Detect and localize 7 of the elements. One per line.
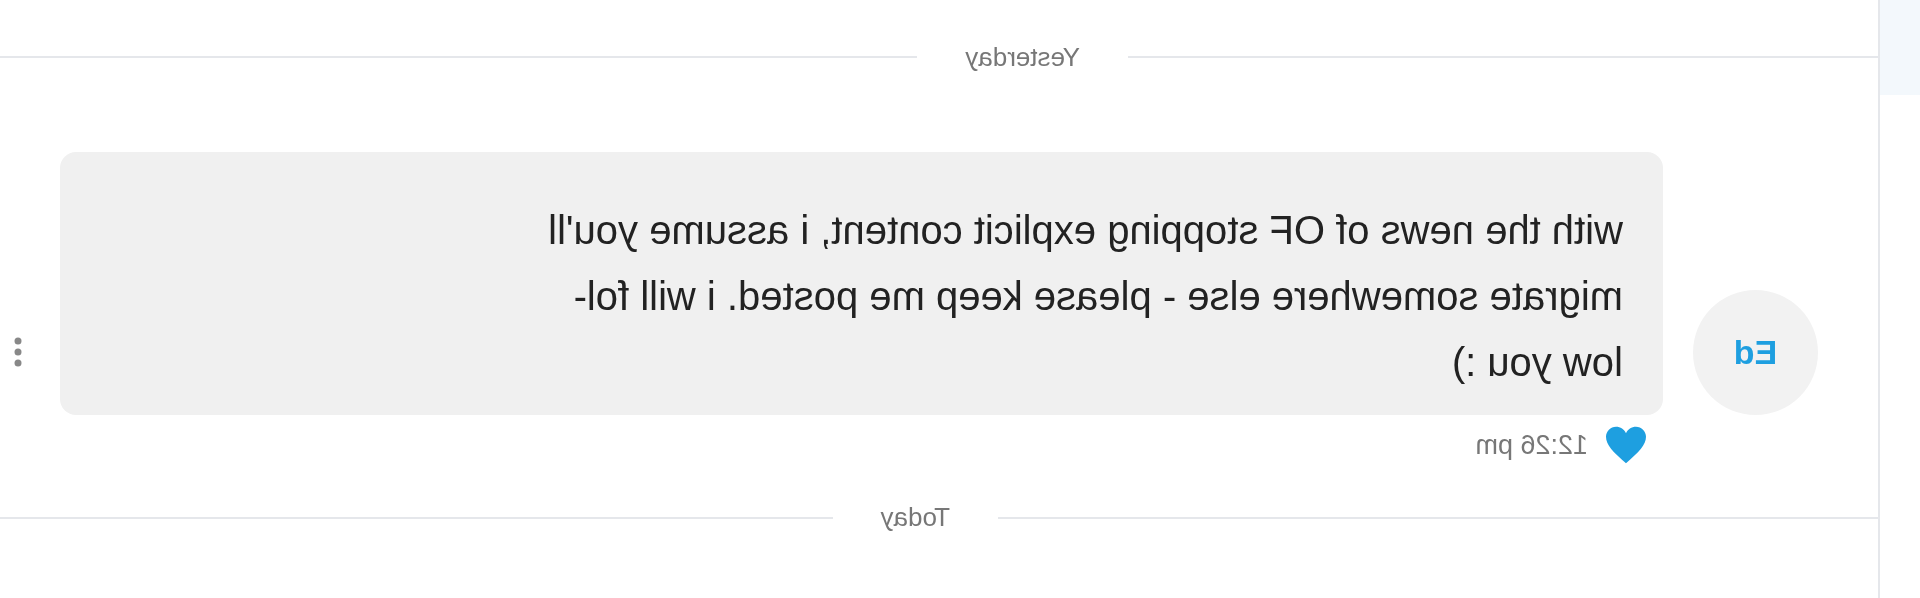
date-divider-label: Today xyxy=(880,501,950,534)
more-options-icon[interactable] xyxy=(14,337,22,367)
message-time: 12:26 pm xyxy=(1475,429,1588,462)
message-text: with the news of OF stopping explicit content, i assume you'll migrate somewhere else - please keep me posted. i will fol- low you :) xyxy=(547,207,1623,386)
heart-icon[interactable] xyxy=(1604,425,1648,466)
date-divider-label: Yesterday xyxy=(965,40,1080,74)
avatar[interactable]: Ed xyxy=(1693,290,1818,415)
